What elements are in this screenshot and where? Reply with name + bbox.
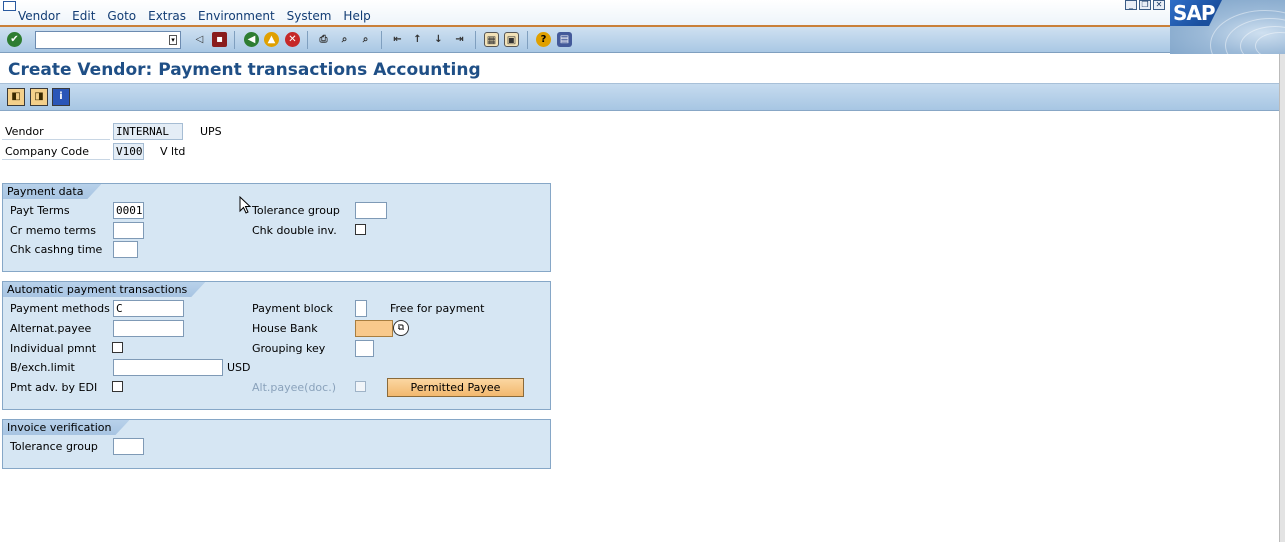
pmt-adv-edi-label: Pmt adv. by EDI — [10, 381, 98, 394]
payment-block-text: Free for payment — [390, 302, 485, 315]
help-icon[interactable]: ? — [536, 32, 551, 47]
standard-toolbar: ✔ ▾ ◁ ▪ ◀ ▲ ✕ ⎙ ⌕ ⌕ ⇤ ↑ ↓ ⇥ ▦ ▣ ? ▤ — [0, 27, 1170, 53]
menu-help[interactable]: Help — [343, 9, 370, 23]
vertical-scrollbar[interactable] — [1279, 54, 1285, 542]
minimize-icon[interactable]: _ — [1125, 0, 1137, 10]
exit-icon[interactable]: ▲ — [264, 32, 279, 47]
sap-logo-text: SAP — [1170, 0, 1222, 26]
menu-bar: Vendor Edit Goto Extras Environment Syst… — [0, 0, 1285, 27]
back-icon[interactable]: ◀ — [244, 32, 259, 47]
menu-edit[interactable]: Edit — [72, 9, 95, 23]
title-bar: Create Vendor: Payment transactions Acco… — [0, 54, 1285, 84]
find-icon[interactable]: ⌕ — [337, 32, 352, 47]
back-arrow-icon[interactable]: ◁ — [192, 32, 207, 47]
individual-pmnt-checkbox[interactable] — [112, 342, 123, 353]
window-controls: _ ❐ ✕ — [1125, 0, 1165, 10]
restore-icon[interactable]: ❐ — [1139, 0, 1151, 10]
invoice-verification-title: Invoice verification — [3, 420, 129, 435]
invoice-tolerance-group-field[interactable] — [113, 438, 144, 455]
pmt-adv-edi-checkbox[interactable] — [112, 381, 123, 392]
alt-payee-doc-label: Alt.payee(doc.) — [252, 381, 336, 394]
chk-double-inv-label: Chk double inv. — [252, 224, 337, 237]
company-name: V ltd — [160, 145, 186, 158]
page-title: Create Vendor: Payment transactions Acco… — [8, 60, 481, 80]
enter-icon[interactable]: ✔ — [7, 32, 22, 47]
sap-logo: SAP — [1170, 0, 1285, 55]
bexch-limit-currency: USD — [227, 361, 251, 374]
vendor-label: Vendor — [2, 123, 110, 140]
payment-methods-label: Payment methods — [10, 302, 110, 315]
alternat-payee-label: Alternat.payee — [10, 322, 92, 335]
first-page-icon[interactable]: ⇤ — [390, 32, 405, 47]
close-icon[interactable]: ✕ — [1153, 0, 1165, 10]
last-page-icon[interactable]: ⇥ — [452, 32, 467, 47]
print-icon[interactable]: ⎙ — [316, 32, 331, 47]
payment-block-label: Payment block — [252, 302, 333, 315]
chk-cashing-time-field[interactable] — [113, 241, 138, 258]
command-input[interactable] — [36, 32, 164, 48]
cr-memo-terms-field[interactable] — [113, 222, 144, 239]
previous-screen-icon[interactable]: ◧ — [7, 88, 25, 106]
tolerance-group-label: Tolerance group — [252, 204, 340, 217]
permitted-payee-button[interactable]: Permitted Payee — [387, 378, 524, 397]
tolerance-group-field[interactable] — [355, 202, 387, 219]
mouse-pointer-icon — [239, 196, 251, 214]
payment-methods-field[interactable]: C — [113, 300, 184, 317]
menu-goto[interactable]: Goto — [107, 9, 136, 23]
alternat-payee-field[interactable] — [113, 320, 184, 337]
menu-environment[interactable]: Environment — [198, 9, 275, 23]
info-icon[interactable]: i — [52, 88, 70, 106]
app-menu-icon[interactable] — [3, 1, 16, 11]
automatic-payment-title: Automatic payment transactions — [3, 282, 205, 297]
shortcut-icon[interactable]: ▣ — [504, 32, 519, 47]
application-toolbar: ◧ ◨ i — [0, 84, 1279, 111]
house-bank-label: House Bank — [252, 322, 318, 335]
menu-extras[interactable]: Extras — [148, 9, 186, 23]
vendor-field: INTERNAL — [113, 123, 183, 140]
search-help-icon[interactable]: ⧉ — [393, 320, 409, 336]
find-next-icon[interactable]: ⌕ — [358, 32, 373, 47]
menu-vendor[interactable]: Vendor — [18, 9, 60, 23]
alt-payee-doc-checkbox — [355, 381, 366, 392]
cancel-icon[interactable]: ✕ — [285, 32, 300, 47]
payment-block-field[interactable] — [355, 300, 367, 317]
company-code-label: Company Code — [2, 143, 110, 160]
create-session-icon[interactable]: ▦ — [484, 32, 499, 47]
grouping-key-label: Grouping key — [252, 342, 326, 355]
save-icon[interactable]: ▪ — [212, 32, 227, 47]
command-field[interactable]: ▾ — [35, 31, 181, 49]
individual-pmnt-label: Individual pmnt — [10, 342, 97, 355]
next-page-icon[interactable]: ↓ — [431, 32, 446, 47]
grouping-key-field[interactable] — [355, 340, 374, 357]
bexch-limit-field[interactable] — [113, 359, 223, 376]
bexch-limit-label: B/exch.limit — [10, 361, 75, 374]
menu-system[interactable]: System — [287, 9, 332, 23]
cr-memo-terms-label: Cr memo terms — [10, 224, 96, 237]
company-code-field: V100 — [113, 143, 144, 160]
invoice-tolerance-group-label: Tolerance group — [10, 440, 98, 453]
payt-terms-label: Payt Terms — [10, 204, 70, 217]
payt-terms-field[interactable]: 0001 — [113, 202, 144, 219]
vendor-name: UPS — [200, 125, 222, 138]
previous-page-icon[interactable]: ↑ — [410, 32, 425, 47]
chk-cashing-time-label: Chk cashng time — [10, 243, 103, 256]
house-bank-field[interactable] — [355, 320, 393, 337]
command-history-icon[interactable]: ▾ — [169, 35, 177, 45]
layout-menu-icon[interactable]: ▤ — [557, 32, 572, 47]
menu-items: Vendor Edit Goto Extras Environment Syst… — [18, 9, 371, 23]
payment-data-title: Payment data — [3, 184, 101, 199]
chk-double-inv-checkbox[interactable] — [355, 224, 366, 235]
next-screen-icon[interactable]: ◨ — [30, 88, 48, 106]
